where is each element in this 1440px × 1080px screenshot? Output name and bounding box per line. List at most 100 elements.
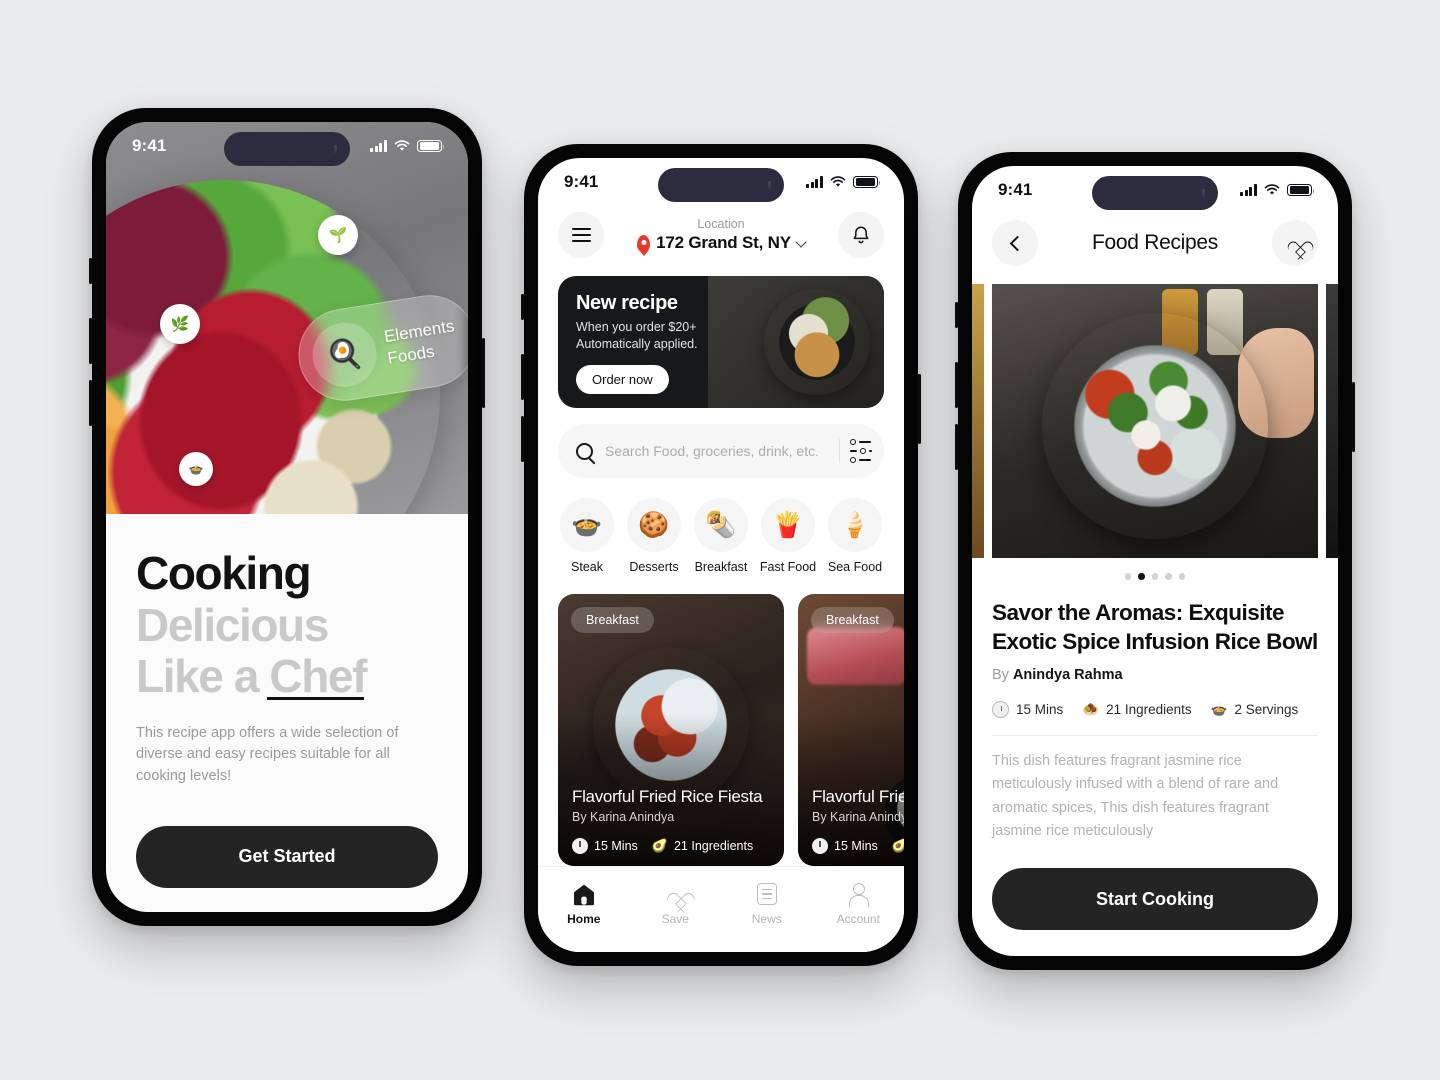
category-sea-food[interactable]: 🍦 Sea Food: [826, 498, 884, 574]
phone-mute-button[interactable]: [955, 302, 958, 328]
detail-screen: 9:41 Food Recipes Savor the Aromas: Exqu…: [972, 166, 1338, 956]
soup-bowl-icon: 🍲: [179, 452, 213, 486]
location-pin-icon: [637, 234, 651, 252]
category-desserts[interactable]: 🍪 Desserts: [625, 498, 683, 574]
phone-power-button[interactable]: [482, 338, 485, 408]
clock-icon: [992, 701, 1009, 718]
wifi-icon: [830, 176, 846, 187]
tab-news[interactable]: News: [721, 881, 813, 926]
tab-home[interactable]: Home: [538, 881, 630, 926]
menu-button[interactable]: [558, 212, 604, 258]
heart-icon: [630, 881, 722, 907]
heading-line-2: Delicious: [136, 598, 329, 651]
hero-food-image: 🌱 🌿 🍲 🍳 Elements Foods: [106, 122, 468, 514]
phone-volume-up-button[interactable]: [521, 354, 524, 400]
tab-label: News: [751, 912, 782, 926]
person-icon: [813, 881, 905, 907]
recipe-card-info: Flavorful Fried Rice Fiesta By Karina An…: [572, 787, 774, 824]
screenshot-canvas: 🌱 🌿 🍲 🍳 Elements Foods 9:41 Cooking Deli…: [0, 0, 1440, 1080]
pea-pod-icon: 🌱: [318, 215, 358, 255]
recipe-ingredients-label: 21 Ingredients: [673, 839, 754, 853]
start-cooking-button[interactable]: Start Cooking: [992, 868, 1318, 930]
search-icon: [576, 442, 593, 460]
category-label: Desserts: [629, 560, 679, 574]
category-breakfast[interactable]: 🌯 Breakfast: [692, 498, 750, 574]
heading-line-3-wrap: Like a Chef: [136, 650, 367, 703]
phone-volume-down-button[interactable]: [955, 424, 958, 470]
recipe-title: Flavorful Fried: [812, 787, 904, 806]
image-carousel[interactable]: [972, 284, 1338, 558]
bacon-and-eggs-icon: 🍳: [307, 318, 382, 392]
recipe-time-label: 15 Mins: [594, 839, 638, 853]
meta-servings: 🍲 2 Servings: [1211, 702, 1299, 718]
news-icon: [721, 881, 813, 907]
cooking-pan-photo: [1042, 313, 1268, 540]
battery-icon: [417, 139, 445, 153]
phone-volume-down-button[interactable]: [521, 416, 524, 462]
carousel-slide-active[interactable]: [992, 284, 1318, 558]
category-label: Steak: [571, 560, 603, 574]
wifi-icon: [1264, 184, 1280, 195]
status-indicators: [806, 175, 881, 189]
onboarding-screen: 🌱 🌿 🍲 🍳 Elements Foods 9:41 Cooking Deli…: [106, 122, 468, 912]
cellular-signal-icon: [806, 176, 823, 188]
favorite-button[interactable]: [1272, 220, 1318, 266]
search-input[interactable]: [605, 443, 829, 459]
dynamic-island: [658, 168, 784, 202]
phone-mute-button[interactable]: [89, 258, 92, 284]
recipe-title: Savor the Aromas: Exquisite Exotic Spice…: [992, 599, 1318, 654]
filter-sliders-icon[interactable]: [850, 438, 876, 464]
hamburger-menu-icon: [571, 227, 591, 243]
steak-icon: 🍲: [560, 498, 614, 552]
carousel-slide-prev[interactable]: [972, 284, 984, 558]
ingredient-icon: 🥑: [891, 838, 904, 853]
promo-banner[interactable]: New recipe When you order $20+ Automatic…: [558, 276, 884, 408]
cellular-signal-icon: [1240, 184, 1257, 196]
heading-line-1: Cooking: [136, 547, 312, 599]
phone-power-button[interactable]: [1352, 382, 1355, 452]
heading-underline: [267, 696, 365, 700]
location-label: Location: [697, 217, 745, 231]
category-label: Sea Food: [827, 560, 883, 574]
location-row[interactable]: 172 Grand St, NY: [614, 233, 828, 253]
phone-volume-down-button[interactable]: [89, 380, 92, 426]
promo-image: [707, 276, 884, 408]
meta-time: 15 Mins: [992, 701, 1063, 718]
recipe-time: 15 Mins: [572, 838, 638, 854]
notifications-button[interactable]: [838, 212, 884, 258]
tab-save[interactable]: Save: [630, 881, 722, 926]
phone-volume-up-button[interactable]: [955, 362, 958, 408]
search-bar[interactable]: [558, 424, 884, 478]
bottom-tab-bar: Home Save News Account: [538, 866, 904, 952]
chevron-left-icon: [1009, 235, 1025, 251]
recipe-author: By Anindya Rahma: [992, 667, 1318, 683]
onboarding-subtitle: This recipe app offers a wide selection …: [136, 724, 399, 785]
order-now-button[interactable]: Order now: [576, 364, 669, 394]
meta-servings-label: 2 Servings: [1234, 702, 1299, 717]
promo-text: New recipe When you order $20+ Automatic…: [558, 276, 698, 408]
recipe-card[interactable]: Breakfast Flavorful Fried Rice Fiesta By…: [558, 594, 784, 866]
recipe-tag: Breakfast: [811, 607, 894, 633]
recipe-card[interactable]: Breakfast Flavorful Fried By Karina Anin…: [798, 594, 904, 866]
tab-label: Account: [836, 912, 880, 926]
recipe-time-label: 15 Mins: [834, 839, 878, 853]
fast-food-icon: 🍟: [761, 498, 815, 552]
back-button[interactable]: [992, 220, 1038, 266]
chevron-down-icon: [795, 235, 807, 248]
phone-power-button[interactable]: [918, 374, 921, 444]
recipe-description: This dish features fragrant jasmine rice…: [992, 753, 1279, 840]
phone-mute-button[interactable]: [521, 294, 524, 320]
category-fast-food[interactable]: 🍟 Fast Food: [759, 498, 817, 574]
home-screen: 9:41 Location 172 Grand St, NY New recip…: [538, 158, 904, 952]
category-steak[interactable]: 🍲 Steak: [558, 498, 616, 574]
dynamic-island: [224, 132, 350, 166]
phone-volume-up-button[interactable]: [89, 318, 92, 364]
get-started-button[interactable]: Get Started: [136, 825, 438, 888]
onboarding-copy: Cooking Delicious Like a Chef This recip…: [106, 514, 468, 912]
meta-ingredients: 🧆 21 Ingredients: [1082, 702, 1191, 718]
tab-account[interactable]: Account: [813, 881, 905, 926]
location-selector[interactable]: Location 172 Grand St, NY: [614, 217, 828, 253]
promo-line-2: Automatically applied.: [576, 337, 698, 352]
carousel-slide-next[interactable]: [1326, 284, 1338, 558]
status-indicators: [1240, 183, 1315, 197]
